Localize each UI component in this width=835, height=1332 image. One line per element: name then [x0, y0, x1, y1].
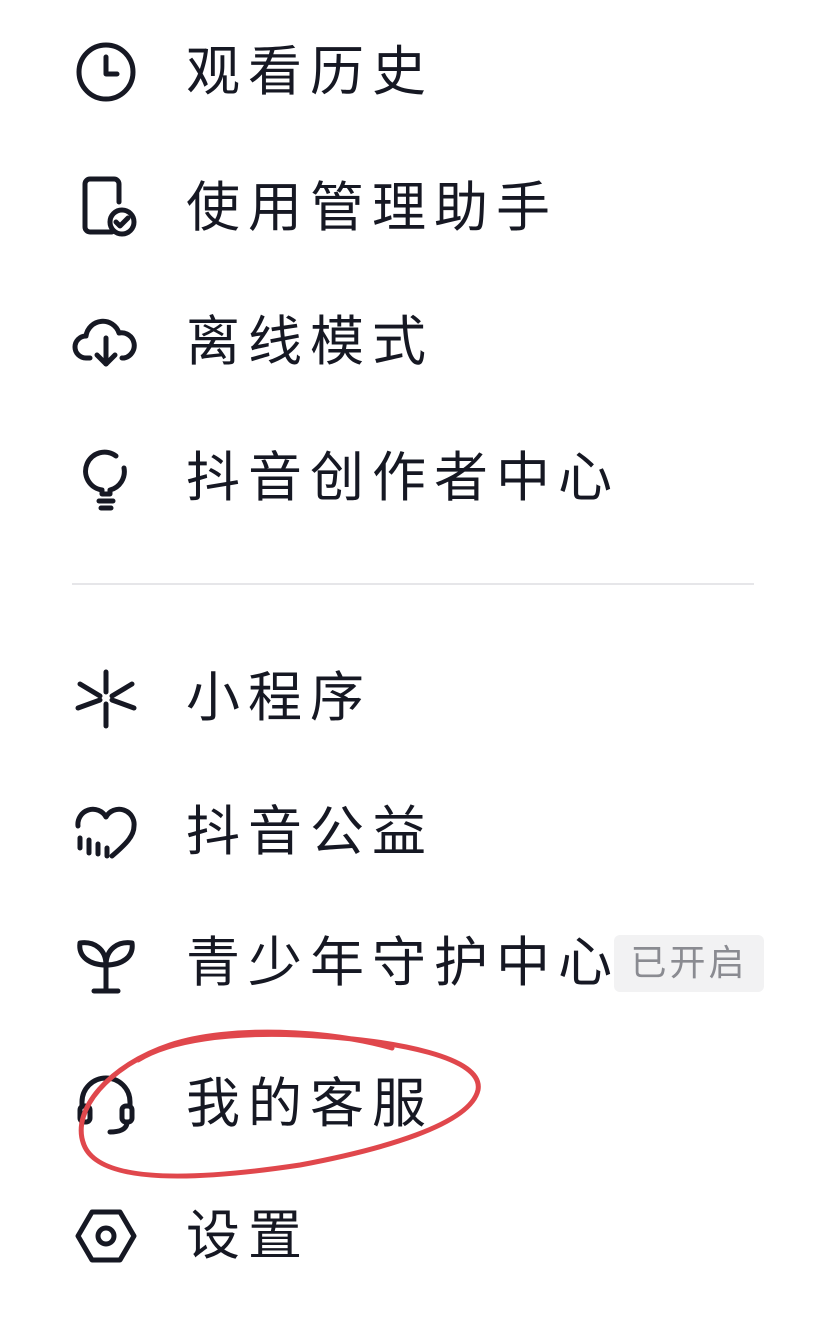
menu-item-offline-mode[interactable]: 离线模式: [0, 292, 835, 392]
menu-item-watch-history[interactable]: 观看历史: [0, 22, 835, 122]
hexagon-settings-icon: [72, 1202, 140, 1270]
menu-label: 我的客服: [186, 1072, 434, 1135]
heart-chart-icon: [72, 798, 140, 866]
sprout-icon: [72, 929, 140, 997]
menu-label: 抖音创作者中心: [186, 446, 620, 509]
status-badge: 已开启: [614, 935, 764, 992]
menu-label: 小程序: [186, 666, 372, 729]
cloud-download-icon: [72, 308, 140, 376]
phone-check-icon: [72, 174, 140, 242]
lightbulb-icon: [72, 444, 140, 512]
menu-item-charity[interactable]: 抖音公益: [0, 782, 835, 882]
menu-label: 抖音公益: [186, 800, 434, 863]
menu-item-mini-programs[interactable]: 小程序: [0, 648, 835, 748]
mini-program-icon: [72, 664, 140, 732]
menu-item-settings[interactable]: 设置: [0, 1186, 835, 1286]
clock-icon: [72, 38, 140, 106]
menu-label: 设置: [186, 1204, 310, 1267]
menu-item-creator-center[interactable]: 抖音创作者中心: [0, 428, 835, 528]
menu-label: 青少年守护中心: [186, 931, 620, 994]
headset-icon: [72, 1070, 140, 1138]
section-divider: [72, 583, 754, 585]
menu-item-usage-manager[interactable]: 使用管理助手: [0, 158, 835, 258]
menu-label: 观看历史: [186, 40, 434, 103]
menu-label: 离线模式: [186, 310, 434, 373]
menu-item-customer-service[interactable]: 我的客服: [0, 1054, 835, 1154]
menu-label: 使用管理助手: [186, 176, 558, 239]
